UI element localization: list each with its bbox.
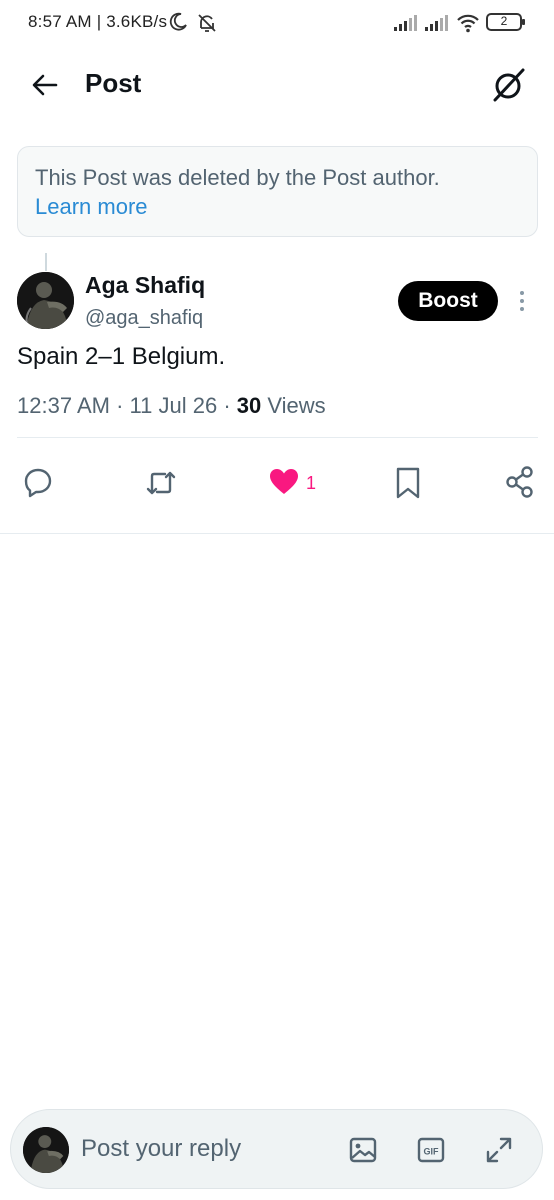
header: Post bbox=[0, 48, 554, 124]
user-avatar bbox=[23, 1127, 69, 1173]
bookmark-icon[interactable] bbox=[395, 466, 421, 500]
like-count: 1 bbox=[306, 473, 317, 493]
page-title: Post bbox=[85, 68, 142, 98]
divider bbox=[0, 533, 554, 534]
reply-input[interactable]: Post your reply bbox=[81, 1135, 241, 1163]
heart-icon[interactable] bbox=[268, 466, 300, 498]
signal-icon-2 bbox=[425, 15, 448, 31]
post-time: 12:37 AM bbox=[17, 393, 110, 418]
views-count: 30 bbox=[236, 393, 262, 418]
status-bar: 8:57 AM | 3.6KB/s 2 bbox=[0, 0, 554, 48]
reply-bar[interactable]: Post your reply GIF bbox=[10, 1109, 543, 1189]
battery-level: 2 bbox=[500, 14, 508, 28]
thread-connector-line bbox=[45, 253, 47, 271]
divider bbox=[17, 437, 538, 438]
author-avatar[interactable] bbox=[17, 272, 74, 329]
expand-icon[interactable] bbox=[485, 1136, 513, 1164]
reply-icon[interactable] bbox=[22, 466, 54, 498]
share-icon[interactable] bbox=[505, 466, 535, 498]
meta-separator: · bbox=[223, 393, 237, 418]
boost-button[interactable]: Boost bbox=[398, 281, 498, 321]
signal-icon bbox=[394, 15, 417, 31]
author-name[interactable]: Aga Shafiq bbox=[85, 272, 205, 299]
deleted-notice-text: This Post was deleted by the Post author… bbox=[35, 165, 440, 190]
learn-more-link[interactable]: Learn more bbox=[35, 192, 148, 221]
back-arrow-icon[interactable] bbox=[30, 70, 60, 100]
post-date: 11 Jul 26 bbox=[129, 393, 218, 418]
wifi-icon bbox=[457, 14, 479, 33]
bell-off-icon bbox=[198, 14, 216, 32]
status-time-speed: 8:57 AM | 3.6KB/s bbox=[28, 12, 168, 31]
author-handle[interactable]: @aga_shafiq bbox=[85, 307, 203, 330]
meta-separator: · bbox=[116, 393, 130, 418]
more-vertical-icon[interactable] bbox=[518, 289, 526, 313]
gif-icon[interactable]: GIF bbox=[417, 1136, 445, 1164]
views-label: Views bbox=[267, 393, 326, 418]
post-meta: 12:37 AM · 11 Jul 26 · 30 Views bbox=[17, 393, 326, 419]
battery-icon: 2 bbox=[486, 13, 525, 31]
post-text: Spain 2–1 Belgium. bbox=[17, 343, 226, 370]
deleted-post-notice: This Post was deleted by the Post author… bbox=[17, 146, 538, 237]
image-icon[interactable] bbox=[349, 1136, 377, 1164]
svg-text:GIF: GIF bbox=[424, 1147, 440, 1157]
grok-icon[interactable] bbox=[490, 66, 528, 104]
retweet-icon[interactable] bbox=[144, 466, 178, 500]
moon-icon bbox=[169, 12, 187, 31]
